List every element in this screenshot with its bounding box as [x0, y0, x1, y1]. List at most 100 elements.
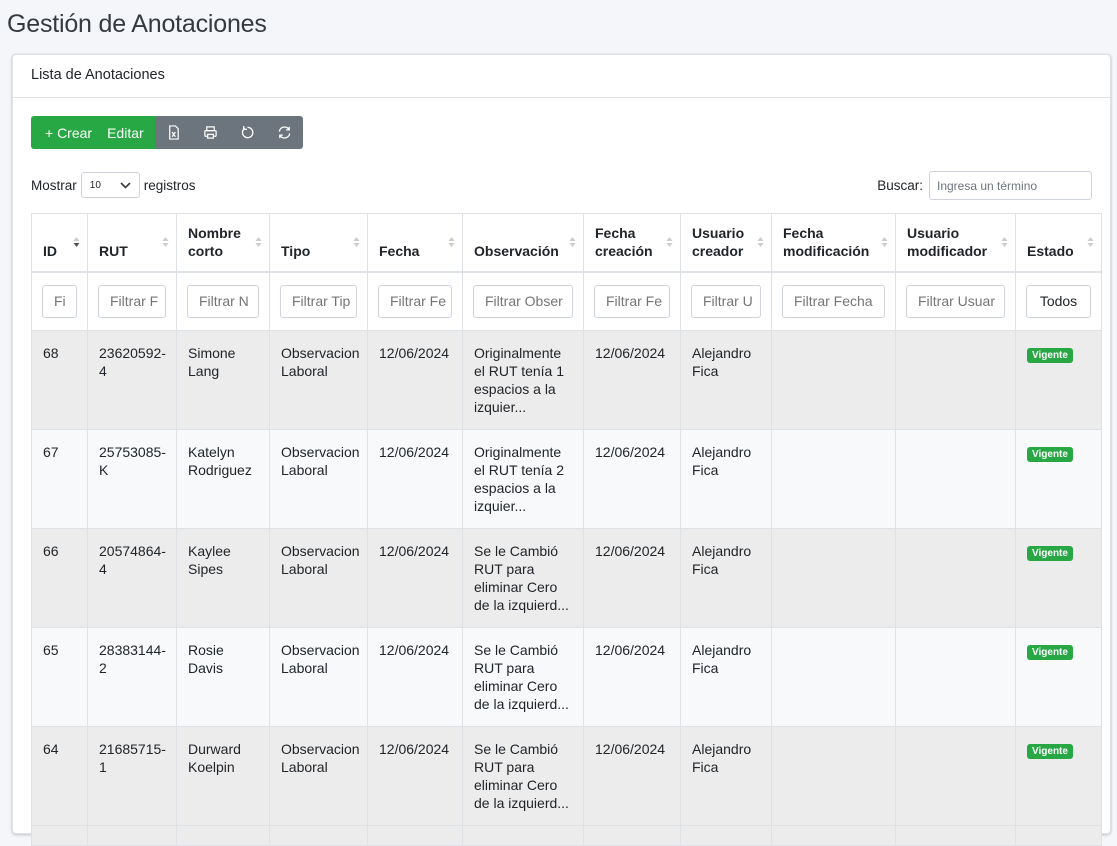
cell-empty	[1015, 824, 1102, 846]
filter-cell: Filtrar Tip	[269, 271, 368, 331]
edit-button[interactable]: Editar	[103, 116, 155, 149]
cell-fecha: 12/06/2024	[367, 428, 463, 529]
column-header-label: Observación	[474, 242, 559, 259]
cell-rut: 28383144-2	[87, 626, 177, 727]
cell-id: 67	[31, 428, 88, 529]
status-badge: Vigente	[1027, 446, 1073, 462]
column-header-fecha-creacion[interactable]: Fecha creación	[583, 213, 681, 273]
filter-input-usuario-modificador[interactable]: Filtrar Usuar	[906, 284, 1005, 318]
sort-icon	[162, 236, 169, 247]
cell-observacion: Se le Cambió RUT para eliminar Cero de l…	[462, 626, 584, 727]
cell-usuario-creador: Alejandro Fica	[680, 329, 772, 430]
column-header-label: Fecha	[595, 224, 636, 241]
column-header-label: Estado	[1027, 242, 1074, 259]
filter-cell: Filtrar Fe	[367, 271, 463, 331]
filter-cell: Todos	[1015, 271, 1102, 331]
cell-estado: Vigente	[1015, 428, 1102, 529]
column-header-estado[interactable]: Estado	[1015, 213, 1102, 273]
column-header-rut[interactable]: RUT	[87, 213, 177, 273]
filter-input-fecha[interactable]: Filtrar Fe	[378, 284, 452, 318]
cell-id: 68	[31, 329, 88, 430]
sort-icon	[255, 236, 262, 247]
create-button[interactable]: + Crear	[31, 116, 104, 149]
filter-cell: Fi	[31, 271, 88, 331]
filter-cell: Filtrar F	[87, 271, 177, 331]
sort-icon	[1087, 236, 1094, 247]
filter-input-tipo[interactable]: Filtrar Tip	[280, 284, 357, 318]
cell-empty	[87, 824, 177, 846]
sort-icon	[448, 236, 455, 247]
annotations-table: ID RUT Nombre corto Tipo Fecha Observación Fech…	[31, 213, 1102, 846]
column-header-label-line2: creador	[692, 242, 744, 259]
column-header-fecha[interactable]: Fecha	[367, 213, 463, 273]
column-header-usuario-creador[interactable]: Usuario creador	[680, 213, 772, 273]
length-suffix: registros	[143, 177, 196, 193]
length-prefix: Mostrar	[31, 177, 77, 193]
filter-input-nombre-corto[interactable]: Filtrar N	[187, 284, 259, 318]
cell-nombre-corto: Rosie Davis	[176, 626, 270, 727]
column-header-id[interactable]: ID	[31, 213, 88, 273]
column-header-fecha-modificacion[interactable]: Fecha modificación	[771, 213, 896, 273]
cell-tipo: Observacion Laboral	[269, 329, 368, 430]
filter-cell: Filtrar Usuar	[895, 271, 1016, 331]
column-header-label: Fecha	[783, 224, 824, 241]
table-row[interactable]: 67 25753085-K Katelyn Rodriguez Observacion…	[31, 428, 1102, 529]
filter-input-id[interactable]: Fi	[42, 284, 77, 318]
cell-observacion: Originalmente el RUT tenía 1 espacios a …	[462, 329, 584, 430]
filter-input-rut[interactable]: Filtrar F	[98, 284, 166, 318]
reset-button[interactable]	[228, 116, 266, 149]
cell-fecha: 12/06/2024	[367, 527, 463, 628]
table-row[interactable]: 65 28383144-2 Rosie Davis Observacion Labor…	[31, 626, 1102, 727]
filter-input-usuario-creador[interactable]: Filtrar U	[691, 284, 761, 318]
cell-fecha-modificacion	[771, 428, 896, 529]
cell-observacion: Originalmente el RUT tenía 2 espacios a …	[462, 428, 584, 529]
column-header-label: RUT	[99, 242, 128, 259]
cell-fecha: 12/06/2024	[367, 329, 463, 430]
column-header-nombre-corto[interactable]: Nombre corto	[176, 213, 270, 273]
cell-tipo: Observacion Laboral	[269, 725, 368, 826]
excel-export-button[interactable]	[154, 116, 192, 149]
column-header-tipo[interactable]: Tipo	[269, 213, 368, 273]
page-length-select[interactable]: 10	[80, 172, 140, 198]
cell-estado: Vigente	[1015, 626, 1102, 727]
cell-nombre-corto: Durward Koelpin	[176, 725, 270, 826]
cell-estado: Vigente	[1015, 725, 1102, 826]
sort-icon	[666, 236, 673, 247]
cell-empty	[583, 824, 681, 846]
refresh-button[interactable]	[265, 116, 303, 149]
search-input[interactable]: Ingresa un término	[929, 171, 1092, 200]
cell-tipo: Observacion Laboral	[269, 527, 368, 628]
cell-fecha-creacion: 12/06/2024	[583, 527, 681, 628]
column-header-usuario-modificador[interactable]: Usuario modificador	[895, 213, 1016, 273]
filter-input-observacion[interactable]: Filtrar Obser	[473, 284, 573, 318]
print-button[interactable]	[191, 116, 229, 149]
column-header-label: Tipo	[281, 242, 311, 259]
cell-fecha-modificacion	[771, 725, 896, 826]
sort-icon	[353, 236, 360, 247]
cell-fecha-creacion: 12/06/2024	[583, 329, 681, 430]
cell-estado: Vigente	[1015, 527, 1102, 628]
column-header-label: Usuario	[692, 224, 745, 241]
sort-icon	[757, 236, 764, 247]
table-row[interactable]: 66 20574864-4 Kaylee Sipes Observacion Labo…	[31, 527, 1102, 628]
cell-empty	[176, 824, 270, 846]
estado-filter-select[interactable]: Todos	[1026, 284, 1091, 318]
table-row[interactable]: 68 23620592-4 Simone Lang Observacion Labor…	[31, 329, 1102, 430]
refresh-icon	[278, 126, 290, 139]
cell-id: 65	[31, 626, 88, 727]
filter-input-fecha-modificacion[interactable]: Filtrar Fecha	[782, 284, 885, 318]
column-header-observacion[interactable]: Observación	[462, 213, 584, 273]
cell-estado: Vigente	[1015, 329, 1102, 430]
cell-tipo: Observacion Laboral	[269, 626, 368, 727]
annotations-card: Lista de Anotaciones + Crear Editar Most…	[12, 54, 1111, 846]
sort-icon	[73, 236, 80, 247]
cell-fecha-creacion: 12/06/2024	[583, 626, 681, 727]
filter-input-fecha-creacion[interactable]: Filtrar Fe	[594, 284, 670, 318]
filter-cell: Filtrar U	[680, 271, 772, 331]
table-row[interactable]: 64 21685715-1 Durward Koelpin Observacion L…	[31, 725, 1102, 826]
status-badge: Vigente	[1027, 644, 1073, 660]
page-length-control: Mostrar 10 registros	[31, 172, 196, 198]
table-row-partial	[31, 824, 1102, 846]
status-badge: Vigente	[1027, 347, 1073, 363]
cell-usuario-creador: Alejandro Fica	[680, 527, 772, 628]
